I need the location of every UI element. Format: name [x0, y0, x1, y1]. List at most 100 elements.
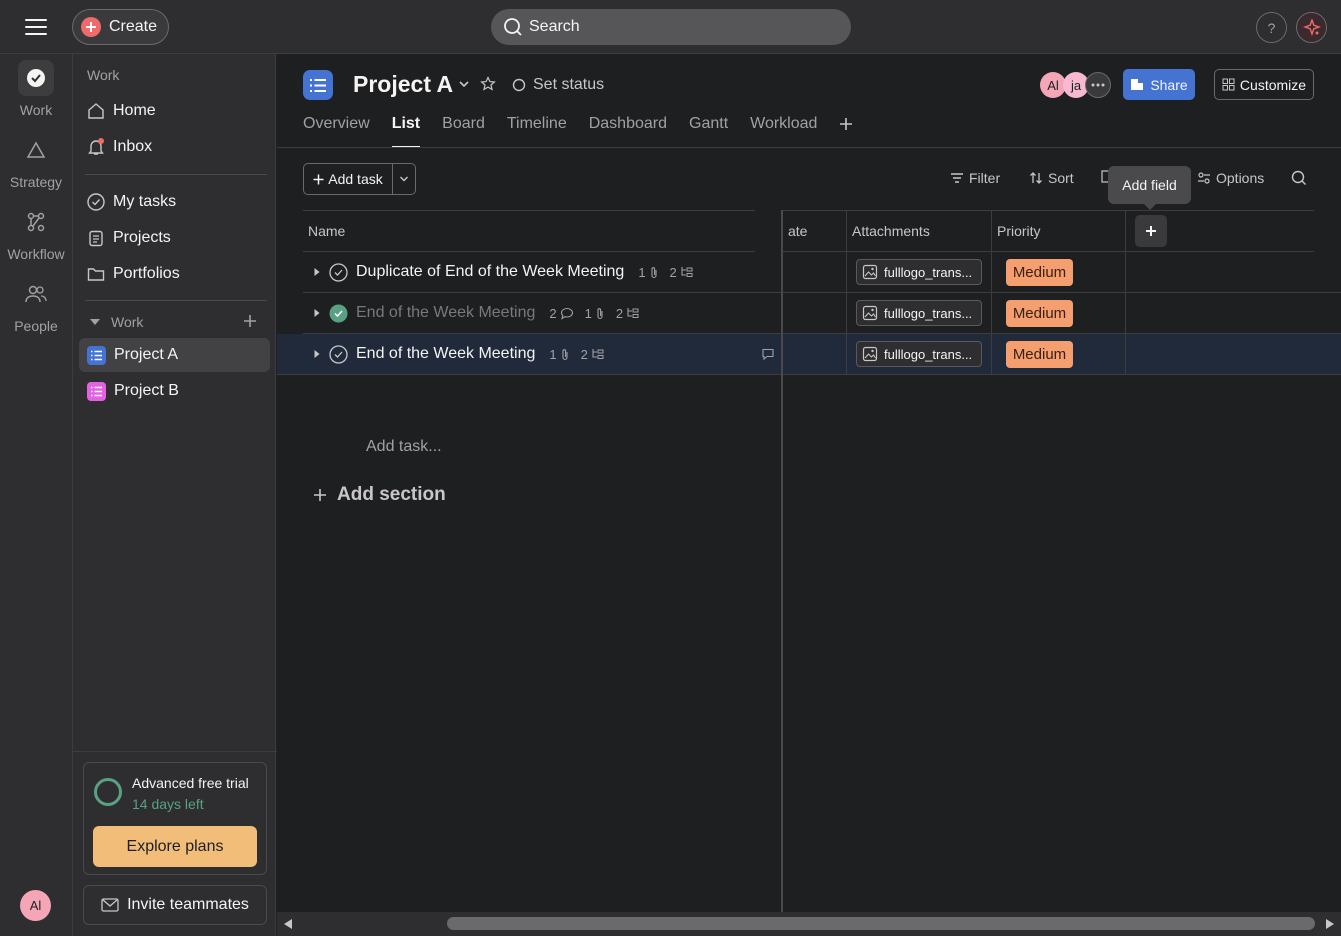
column-divider	[991, 252, 992, 375]
attachment-chip[interactable]: fulllogo_trans...	[856, 300, 982, 326]
sidebar-item-label: Portfolios	[113, 265, 180, 282]
mail-icon	[101, 898, 119, 912]
task-completed-checkbox[interactable]	[329, 304, 348, 323]
tab-board[interactable]: Board	[442, 116, 485, 148]
expand-caret-icon[interactable]	[313, 308, 321, 318]
chevron-down-icon[interactable]	[458, 79, 470, 89]
task-complete-checkbox[interactable]	[329, 344, 348, 364]
tab-timeline[interactable]: Timeline	[507, 116, 567, 148]
star-icon[interactable]	[480, 76, 496, 92]
rail-item-workflow[interactable]: Workflow	[0, 204, 72, 262]
tab-dashboard[interactable]: Dashboard	[589, 116, 667, 148]
project-list-icon[interactable]	[303, 70, 333, 100]
share-button[interactable]: Share	[1123, 69, 1195, 100]
people-icon	[18, 276, 54, 312]
add-tab-icon[interactable]	[839, 116, 853, 148]
sort-button[interactable]: Sort	[1029, 170, 1074, 186]
horizontal-scrollbar[interactable]	[277, 912, 1341, 936]
add-section-button[interactable]: Add section	[313, 484, 446, 506]
rail-item-work[interactable]: Work	[0, 60, 72, 118]
trial-days-left: 14 days left	[132, 796, 204, 812]
clipboard-icon	[87, 229, 105, 247]
set-status-button[interactable]: Set status	[512, 76, 604, 94]
sidebar-item-label: Inbox	[113, 138, 153, 155]
frozen-column-divider[interactable]	[781, 210, 783, 936]
tab-gantt[interactable]: Gantt	[689, 116, 728, 148]
customize-button[interactable]: Customize	[1214, 69, 1314, 100]
status-circle-icon	[512, 78, 526, 92]
avatar-initials: ja	[1070, 77, 1082, 93]
bell-icon	[87, 138, 105, 156]
task-complete-checkbox[interactable]	[329, 262, 348, 282]
comment-count: 2	[549, 305, 557, 321]
search-bar[interactable]	[491, 9, 851, 45]
sidebar-group-work[interactable]: Work	[89, 314, 143, 330]
user-avatar[interactable]: Al	[20, 890, 51, 921]
sidebar-item-projects[interactable]: Projects	[79, 221, 270, 255]
add-task-button[interactable]: Add task	[304, 164, 392, 194]
paperclip-icon	[560, 348, 570, 361]
scroll-left-icon[interactable]	[283, 918, 293, 930]
sidebar-item-project-b[interactable]: Project B	[79, 374, 270, 408]
sidebar-item-inbox[interactable]: Inbox	[79, 130, 270, 164]
scrollbar-thumb[interactable]	[447, 917, 1315, 930]
add-project-icon[interactable]	[243, 314, 257, 328]
ai-sparkle-button[interactable]	[1296, 12, 1327, 43]
explore-plans-button[interactable]: Explore plans	[93, 826, 257, 867]
options-label: Options	[1216, 170, 1265, 186]
filter-label: Filter	[969, 170, 1001, 186]
rail-item-strategy[interactable]: Strategy	[0, 132, 72, 190]
task-name[interactable]: Duplicate of End of the Week Meeting	[356, 263, 624, 281]
more-members-icon[interactable]	[1085, 72, 1111, 98]
plus-icon	[313, 174, 324, 185]
subtask-icon	[626, 307, 640, 319]
column-header-priority[interactable]: Priority	[991, 210, 1125, 252]
priority-badge[interactable]: Medium	[1006, 259, 1073, 286]
column-header-date[interactable]: ate	[783, 210, 846, 252]
column-header-name[interactable]: Name	[303, 210, 755, 252]
add-task-label: Add task	[328, 171, 383, 187]
table-row[interactable]: End of the Week Meeting 2 1 2 fulllogo_t…	[303, 293, 1341, 334]
sidebar-item-portfolios[interactable]: Portfolios	[79, 257, 270, 291]
add-task-inline[interactable]: Add task...	[366, 438, 442, 456]
sidebar-item-my-tasks[interactable]: My tasks	[79, 185, 270, 219]
priority-badge[interactable]: Medium	[1006, 341, 1073, 368]
search-tasks-icon[interactable]	[1291, 170, 1307, 186]
add-section-label: Add section	[337, 484, 446, 505]
options-button[interactable]: Options	[1197, 170, 1264, 186]
sidebar-item-home[interactable]: Home	[79, 94, 270, 128]
tab-list[interactable]: List	[391, 116, 421, 148]
tab-workload[interactable]: Workload	[750, 116, 817, 148]
table-row[interactable]: Duplicate of End of the Week Meeting 1 2…	[303, 252, 1341, 293]
help-button[interactable]: ?	[1256, 12, 1287, 43]
invite-teammates-button[interactable]: Invite teammates	[83, 885, 267, 925]
chevron-down-icon[interactable]	[392, 164, 415, 194]
task-name[interactable]: End of the Week Meeting	[356, 345, 535, 363]
scroll-right-icon[interactable]	[1325, 918, 1335, 930]
attachment-chip[interactable]: fulllogo_trans...	[856, 341, 982, 367]
table-row-selected[interactable]: End of the Week Meeting 1 2 fulllogo_tra…	[277, 334, 1341, 375]
tooltip-text: Add field	[1122, 177, 1177, 193]
invite-label: Invite teammates	[127, 896, 249, 913]
expand-caret-icon[interactable]	[313, 267, 321, 277]
attachment-count: 1	[638, 264, 646, 280]
rail-item-people[interactable]: People	[0, 276, 72, 334]
sidebar-item-project-a[interactable]: Project A	[79, 338, 270, 372]
tab-overview[interactable]: Overview	[303, 116, 370, 148]
search-input[interactable]	[529, 18, 829, 36]
comment-flag-icon[interactable]	[761, 348, 775, 360]
add-field-button[interactable]	[1135, 215, 1167, 247]
column-header-add	[1125, 210, 1314, 252]
menu-icon[interactable]	[22, 16, 50, 38]
column-label: Name	[308, 223, 346, 239]
task-name[interactable]: End of the Week Meeting	[356, 304, 535, 322]
expand-caret-icon[interactable]	[313, 349, 321, 359]
attachment-chip[interactable]: fulllogo_trans...	[856, 259, 982, 285]
column-header-attachments[interactable]: Attachments	[846, 210, 991, 252]
task-meta: 1 2	[638, 265, 693, 280]
plus-icon	[313, 488, 327, 502]
create-button[interactable]: Create	[72, 9, 169, 45]
project-title[interactable]: Project A	[353, 71, 453, 98]
priority-badge[interactable]: Medium	[1006, 300, 1073, 327]
filter-button[interactable]: Filter	[950, 170, 1000, 186]
